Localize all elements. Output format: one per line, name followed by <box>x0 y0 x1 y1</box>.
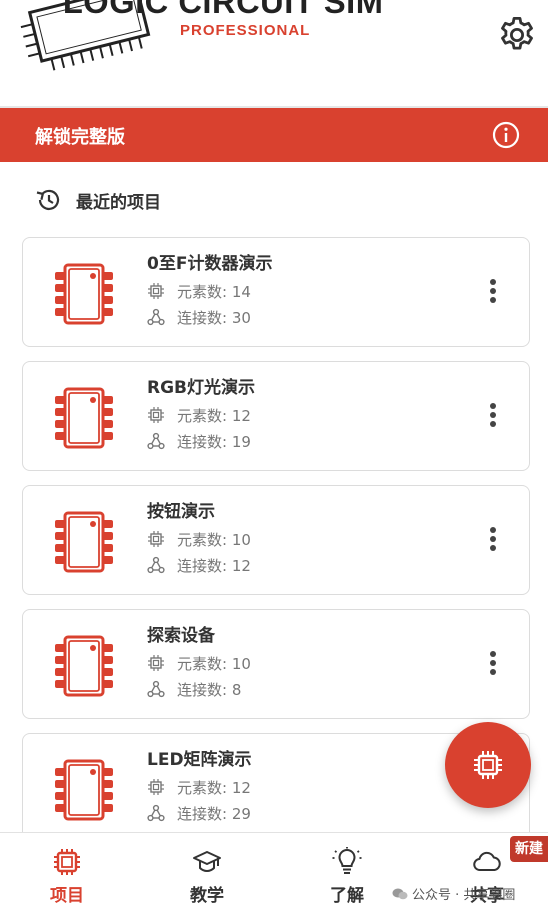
connection-count-text: 连接数: 29 <box>177 805 251 823</box>
graduation-cap-icon <box>193 851 221 873</box>
nav-projects[interactable]: 项目 <box>12 833 122 916</box>
more-options-icon[interactable] <box>485 648 501 682</box>
nav-label: 教学 <box>190 886 224 906</box>
connection-icon <box>147 432 165 450</box>
project-card[interactable]: 探索设备 元素数: 10 连接数: 8 <box>22 609 530 719</box>
project-name: RGB灯光演示 <box>147 378 256 398</box>
chip-icon <box>55 759 113 821</box>
app-header: LOGIC CIRCUIT SIM PROFESSIONAL <box>0 0 548 108</box>
new-badge[interactable]: 新建 <box>510 836 548 862</box>
processor-icon <box>148 283 164 299</box>
processor-icon <box>148 779 164 795</box>
element-count-text: 元素数: 12 <box>177 779 251 797</box>
watermark: 公众号 · 共享到圈 <box>392 884 515 903</box>
connection-icon <box>147 556 165 574</box>
project-name: 探索设备 <box>147 626 215 646</box>
chip-icon <box>54 849 80 875</box>
connection-icon <box>147 804 165 822</box>
nav-label: 项目 <box>50 886 84 906</box>
project-card[interactable]: 按钮演示 元素数: 10 连接数: 12 <box>22 485 530 595</box>
history-icon <box>36 189 60 210</box>
connection-count-text: 连接数: 12 <box>177 557 251 575</box>
processor-icon <box>148 407 164 423</box>
connection-count-text: 连接数: 30 <box>177 309 251 327</box>
more-options-icon[interactable] <box>485 400 501 434</box>
bottom-navigation: 项目 教学 了解 共享 <box>0 832 548 916</box>
info-icon[interactable] <box>492 121 520 149</box>
cloud-icon <box>473 851 501 871</box>
chip-icon <box>474 751 502 779</box>
more-options-icon[interactable] <box>485 276 501 310</box>
chip-icon <box>55 511 113 573</box>
logo-subtitle: PROFESSIONAL <box>180 22 311 39</box>
logo-title: LOGIC CIRCUIT SIM <box>62 0 384 20</box>
project-card[interactable]: RGB灯光演示 元素数: 12 连接数: 19 <box>22 361 530 471</box>
lightbulb-icon <box>332 847 362 874</box>
element-count-text: 元素数: 10 <box>177 655 251 673</box>
connection-icon <box>147 680 165 698</box>
processor-icon <box>148 655 164 671</box>
wechat-icon <box>392 888 408 900</box>
element-count-text: 元素数: 12 <box>177 407 251 425</box>
connection-count-text: 连接数: 8 <box>177 681 242 699</box>
new-project-fab[interactable] <box>445 722 531 808</box>
gear-icon[interactable] <box>496 14 538 56</box>
unlock-full-version-bar[interactable]: 解锁完整版 <box>0 108 548 162</box>
project-name: 0至F计数器演示 <box>147 254 273 274</box>
chip-icon <box>55 263 113 325</box>
nav-label: 了解 <box>330 886 364 906</box>
more-options-icon[interactable] <box>485 524 501 558</box>
element-count-text: 元素数: 14 <box>177 283 251 301</box>
element-count-text: 元素数: 10 <box>177 531 251 549</box>
watermark-text: 公众号 · 共享到圈 <box>412 888 516 903</box>
unlock-label: 解锁完整版 <box>35 127 125 148</box>
project-card[interactable]: 0至F计数器演示 元素数: 14 连接数: 30 <box>22 237 530 347</box>
connection-icon <box>147 308 165 326</box>
nav-learn[interactable]: 了解 <box>292 833 402 916</box>
chip-icon <box>55 635 113 697</box>
nav-tutorials[interactable]: 教学 <box>152 833 262 916</box>
section-title: 最近的项目 <box>76 193 161 213</box>
project-name: 按钮演示 <box>147 502 215 522</box>
processor-icon <box>148 531 164 547</box>
connection-count-text: 连接数: 19 <box>177 433 251 451</box>
project-name: LED矩阵演示 <box>147 750 252 770</box>
chip-icon <box>55 387 113 449</box>
